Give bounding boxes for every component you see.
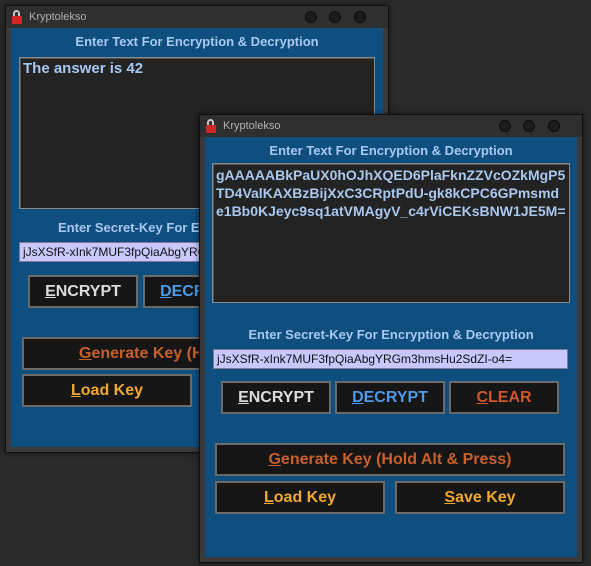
encrypt-label: ENCRYPT <box>45 282 121 300</box>
decrypt-label: DECRYPT <box>352 388 428 406</box>
encrypt-button[interactable]: ENCRYPT <box>221 381 331 414</box>
key-label: Enter Secret-Key For Encryption & Decryp… <box>248 327 534 342</box>
text-input[interactable]: gAAAAABkPaUX0hOJhXQED6PlaFknZZVcOZkMgP5T… <box>212 163 570 303</box>
window-title: Kryptolekso <box>29 11 87 23</box>
window-title: Kryptolekso <box>223 120 281 132</box>
generate-key-label: Generate Key (Hold Alt & Press) <box>268 450 512 468</box>
front-window: Kryptolekso Enter Text For Encryption & … <box>199 114 583 563</box>
text-label: Enter Text For Encryption & Decryption <box>75 34 319 49</box>
load-key-button[interactable]: Load Key <box>215 481 385 514</box>
encrypt-button[interactable]: ENCRYPT <box>28 275 138 308</box>
back-titlebar[interactable]: Kryptolekso <box>6 6 388 28</box>
clear-label: CLEAR <box>476 388 532 406</box>
load-key-button[interactable]: Load Key <box>22 374 192 407</box>
maximize-button[interactable] <box>523 120 535 132</box>
secret-key-input[interactable]: jJsXSfR-xInk7MUF3fpQiaAbgYRGm3hmsHu2SdZI… <box>213 349 568 369</box>
lock-icon <box>205 119 217 133</box>
close-button[interactable] <box>548 120 560 132</box>
text-label: Enter Text For Encryption & Decryption <box>269 143 513 158</box>
generate-key-button[interactable]: Generate Key (Hold Alt & Press) <box>215 443 565 476</box>
front-client-area: Enter Text For Encryption & Decryption g… <box>205 137 577 557</box>
save-key-button[interactable]: Save Key <box>395 481 565 514</box>
minimize-button[interactable] <box>305 11 317 23</box>
minimize-button[interactable] <box>499 120 511 132</box>
load-key-label: Load Key <box>263 488 337 506</box>
save-key-label: Save Key <box>444 488 516 506</box>
load-key-label: Load Key <box>70 381 144 399</box>
decrypt-button[interactable]: DECRYPT <box>335 381 445 414</box>
close-button[interactable] <box>354 11 366 23</box>
encrypt-label: ENCRYPT <box>238 388 314 406</box>
lock-icon <box>11 10 23 24</box>
maximize-button[interactable] <box>329 11 341 23</box>
clear-button[interactable]: CLEAR <box>449 381 559 414</box>
front-titlebar[interactable]: Kryptolekso <box>200 115 582 137</box>
